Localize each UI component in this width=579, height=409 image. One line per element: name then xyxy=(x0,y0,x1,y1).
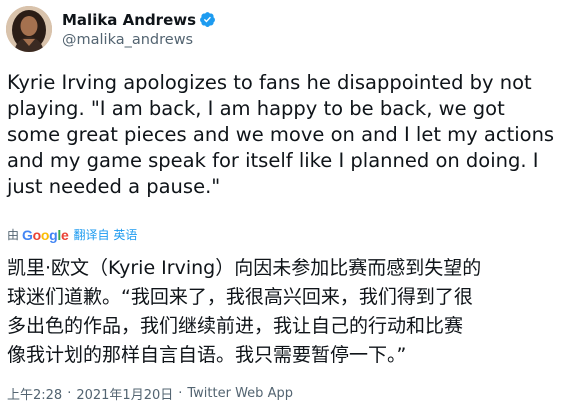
tweet-time[interactable]: 上午2:28 xyxy=(7,384,62,403)
name-row: Malika Andrews xyxy=(62,11,216,29)
tweet-date[interactable]: 2021年1月20日 xyxy=(76,384,173,403)
translate-by-label: 由 xyxy=(7,228,20,242)
translation-attribution: 由 Google 翻译自 英语 xyxy=(7,226,137,243)
translated-tweet-text: 凯里·欧文（Kyrie Irving）向因未参加比赛而感到失望的 球迷们道歉。“… xyxy=(7,257,482,366)
tweet-metadata: 上午2:28 · 2021年1月20日 · Twitter Web App xyxy=(7,384,293,403)
meta-separator-2: · xyxy=(178,386,183,401)
tweet-text: Kyrie Irving apologizes to fans he disap… xyxy=(7,71,555,198)
google-logo: Google xyxy=(22,226,69,243)
author-names: Malika Andrews @malika_andrews xyxy=(62,11,216,48)
tweet-source-app[interactable]: Twitter Web App xyxy=(187,386,293,401)
avatar[interactable] xyxy=(6,6,52,52)
author-display-name[interactable]: Malika Andrews xyxy=(62,11,196,29)
meta-separator-1: · xyxy=(67,386,72,401)
translated-from-link[interactable]: 翻译自 英语 xyxy=(74,226,138,243)
tweet-card: Malika Andrews @malika_andrews Kyrie Irv… xyxy=(0,0,579,409)
avatar-image xyxy=(6,6,52,52)
verified-badge-icon xyxy=(199,11,216,28)
tweet-header: Malika Andrews @malika_andrews xyxy=(6,6,216,52)
author-handle[interactable]: @malika_andrews xyxy=(62,32,216,48)
